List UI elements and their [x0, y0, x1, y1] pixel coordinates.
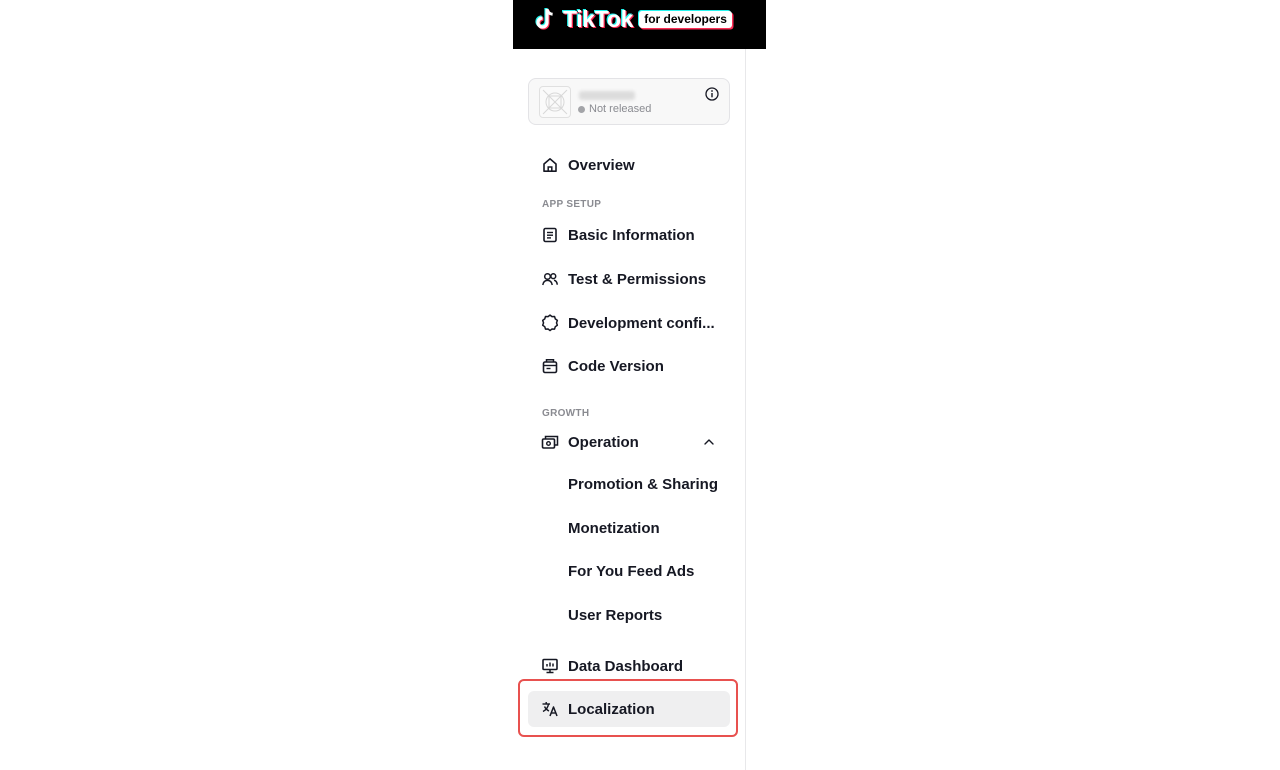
- app-name-redacted: [579, 91, 635, 100]
- logo-text: TikTok: [563, 5, 634, 32]
- sidebar-item-basic-information[interactable]: Basic Information: [528, 217, 730, 253]
- code-box-icon: [541, 357, 559, 375]
- section-app-setup: APP SETUP: [542, 199, 602, 210]
- sidebar-item-label: Data Dashboard: [568, 657, 684, 675]
- logo-badge: for developers: [639, 10, 732, 28]
- app-status: Not released: [578, 103, 651, 115]
- document-icon: [541, 226, 559, 244]
- tiktok-developers-logo[interactable]: TikTok for developers: [533, 3, 732, 35]
- sidebar-subitem-promotion-sharing[interactable]: Promotion & Sharing: [528, 466, 730, 502]
- sidebar-subitem-monetization[interactable]: Monetization: [528, 510, 730, 546]
- sidebar-subitem-for-you-feed-ads[interactable]: For You Feed Ads: [528, 553, 730, 589]
- status-dot: [578, 105, 585, 113]
- section-growth: GROWTH: [542, 408, 590, 419]
- sidebar-item-label: Promotion & Sharing: [568, 475, 718, 493]
- sidebar-item-label: Test & Permissions: [568, 270, 707, 288]
- home-icon: [541, 156, 559, 174]
- app-selector-card[interactable]: Not released: [528, 78, 730, 125]
- sidebar-divider: [745, 49, 746, 770]
- sidebar-item-label: Code Version: [568, 357, 664, 375]
- sidebar-item-label: Development confi...: [568, 314, 715, 332]
- sidebar-subitem-user-reports[interactable]: User Reports: [528, 597, 730, 633]
- sidebar-item-operation[interactable]: Operation: [528, 424, 730, 460]
- sidebar-item-development-config[interactable]: Development confi...: [528, 305, 730, 341]
- sidebar-item-label: Basic Information: [568, 226, 695, 244]
- sidebar-item-label: For You Feed Ads: [568, 562, 695, 580]
- app-avatar: [539, 86, 571, 118]
- money-icon: [541, 433, 559, 451]
- gear-icon: [541, 314, 559, 332]
- sidebar-item-label: Monetization: [568, 519, 660, 537]
- sidebar-item-label: Overview: [568, 156, 635, 174]
- sidebar-item-test-permissions[interactable]: Test & Permissions: [528, 261, 730, 297]
- highlight-annotation: [518, 679, 738, 737]
- users-icon: [541, 270, 559, 288]
- top-header: TikTok for developers: [513, 0, 766, 49]
- app-status-label: Not released: [589, 103, 652, 115]
- sidebar-item-overview[interactable]: Overview: [528, 147, 730, 183]
- sidebar-item-code-version[interactable]: Code Version: [528, 348, 730, 384]
- chevron-up-icon[interactable]: [702, 435, 716, 449]
- sidebar-item-label: User Reports: [568, 606, 663, 624]
- placeholder-image-icon: [542, 89, 568, 115]
- sidebar-item-label: Operation: [568, 433, 639, 451]
- dashboard-monitor-icon: [541, 657, 559, 675]
- tiktok-note-icon: [535, 8, 553, 30]
- info-icon[interactable]: [705, 87, 719, 101]
